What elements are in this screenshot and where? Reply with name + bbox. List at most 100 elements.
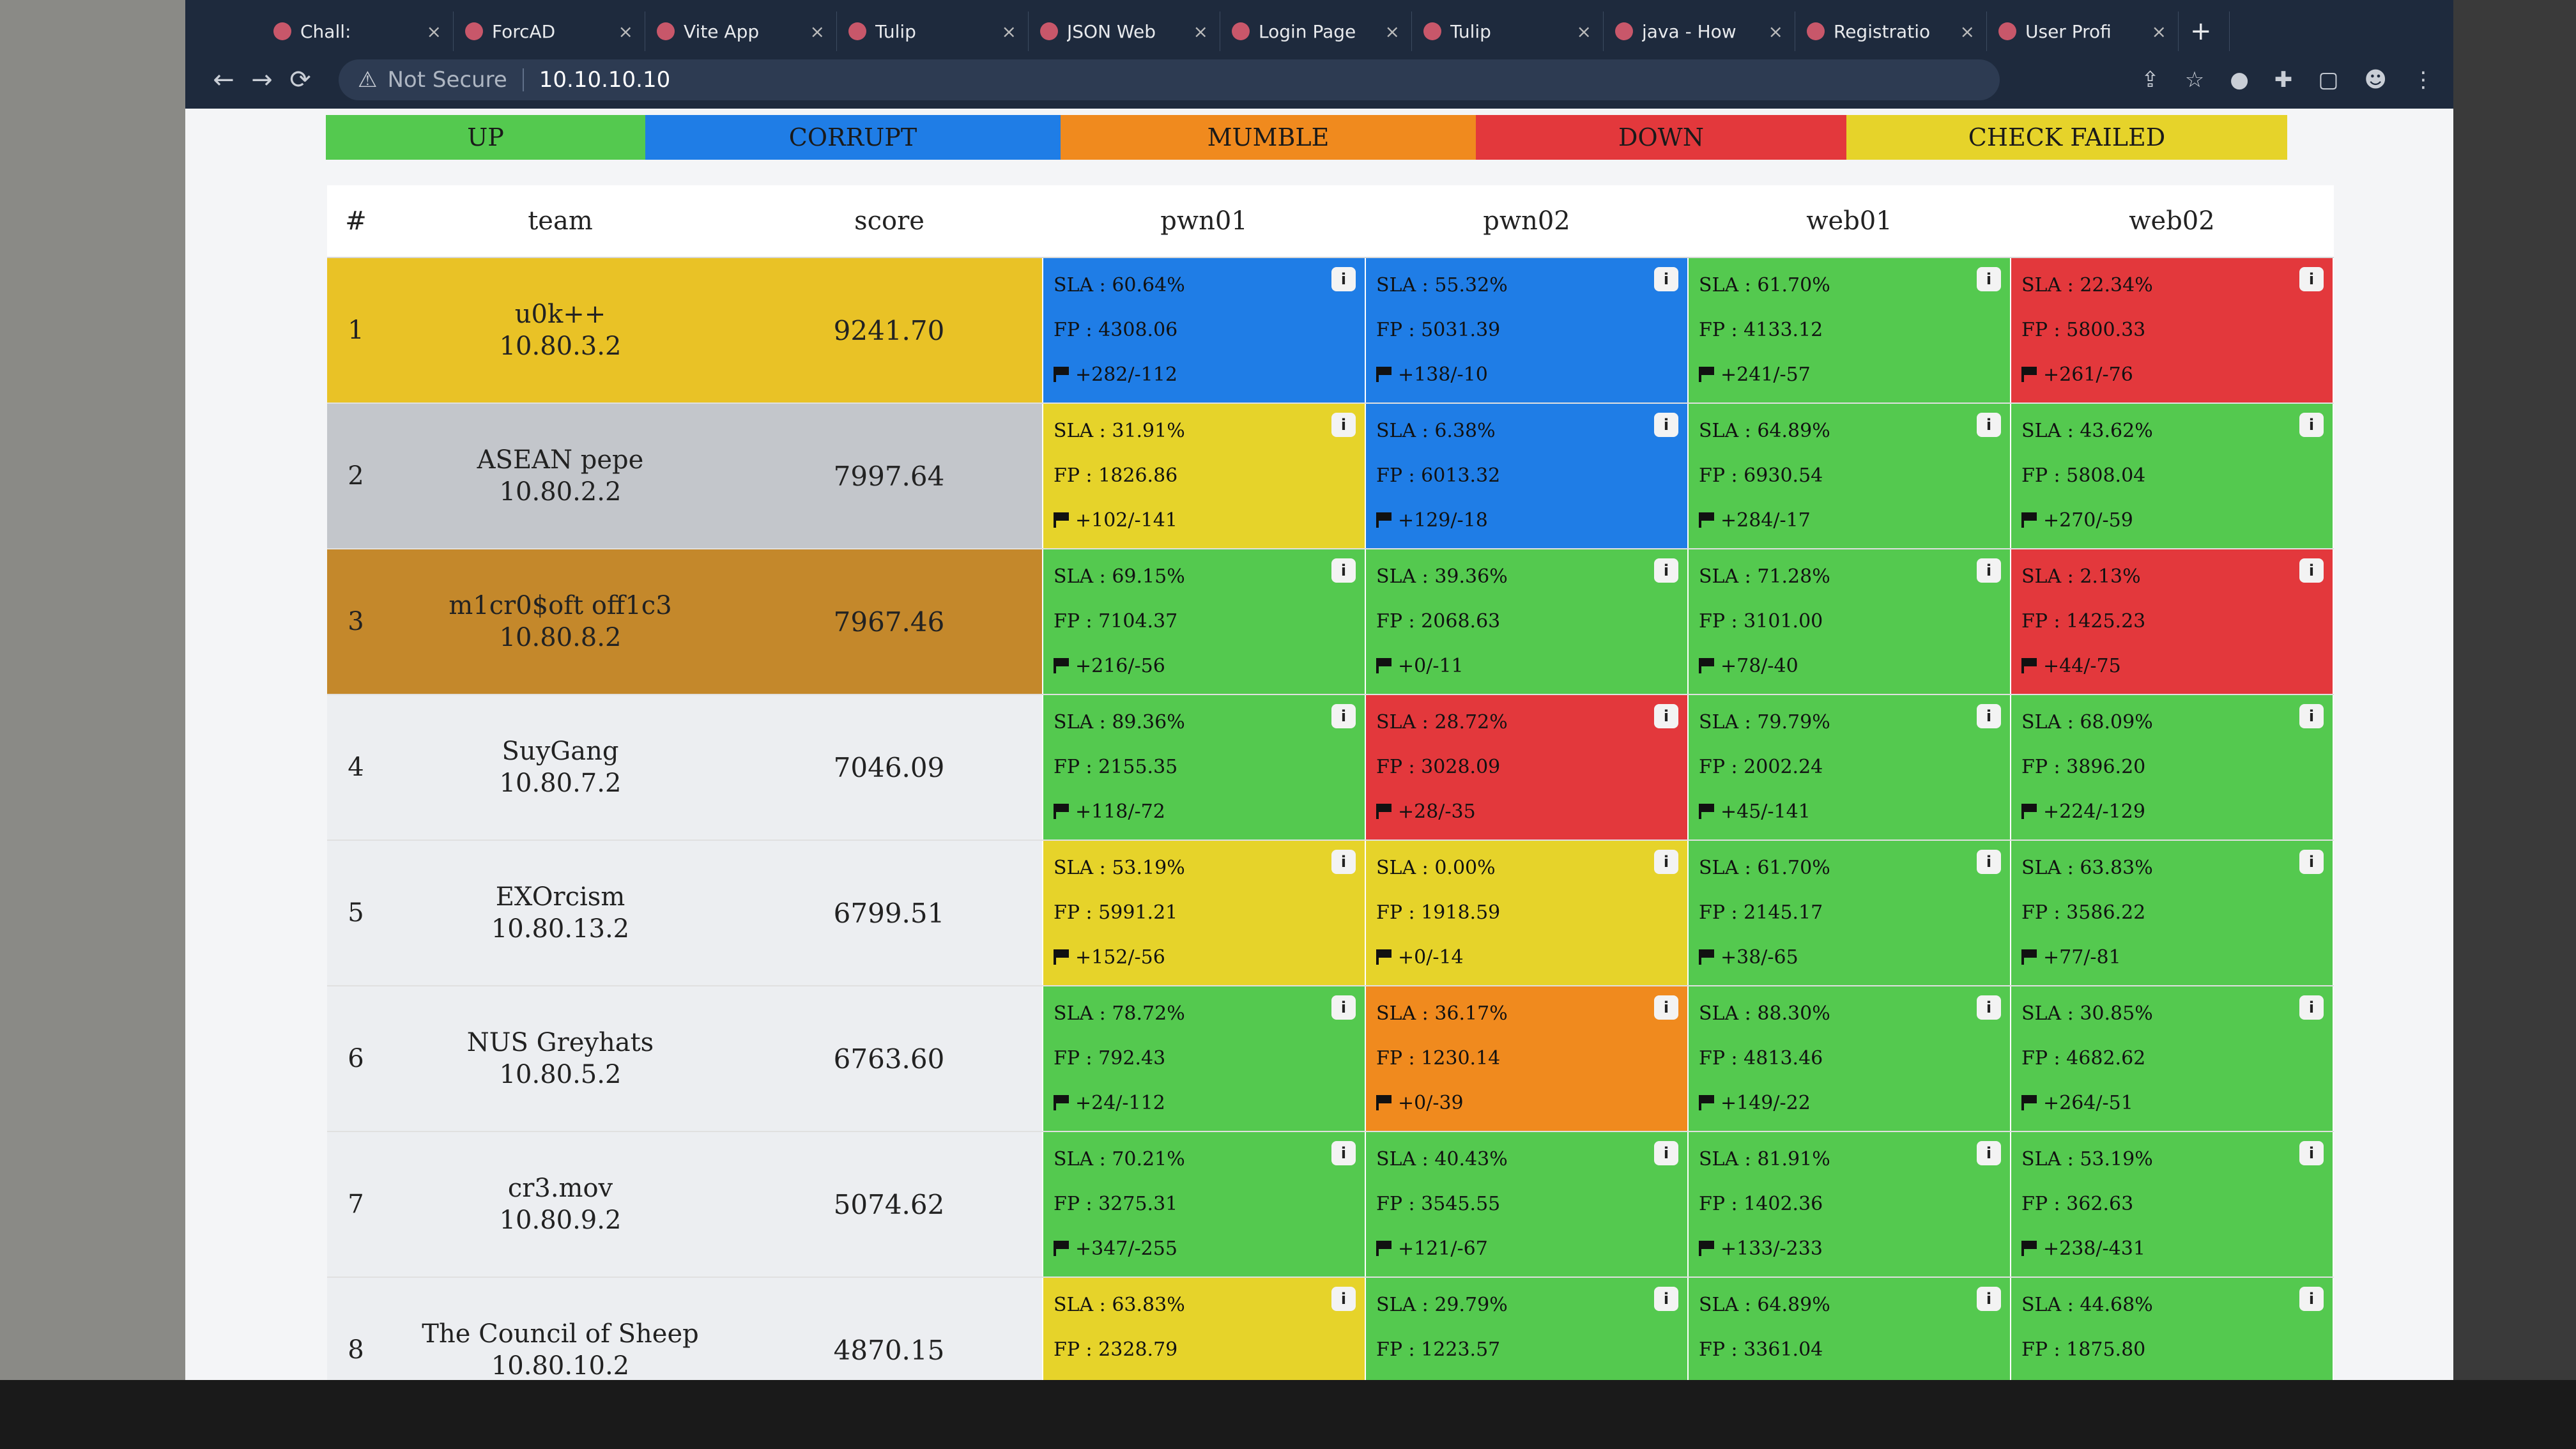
info-icon[interactable]: i: [1331, 850, 1356, 874]
info-icon[interactable]: i: [2299, 850, 2324, 874]
url-text[interactable]: 10.10.10.10: [539, 67, 670, 93]
tab-close-icon[interactable]: ×: [1768, 21, 1783, 42]
team-ip: 10.80.10.2: [491, 1351, 630, 1380]
bookmark-star-icon[interactable]: ☆: [2185, 67, 2204, 93]
score-cell: 5074.62: [736, 1131, 1043, 1278]
tab-close-icon[interactable]: ×: [1002, 21, 1016, 42]
column-header-score[interactable]: score: [736, 185, 1043, 258]
info-icon[interactable]: i: [1977, 1287, 2001, 1311]
column-header-pwn02[interactable]: pwn02: [1365, 185, 1688, 258]
info-icon[interactable]: i: [1654, 704, 1678, 728]
browser-tab[interactable]: Tulip ×: [837, 12, 1029, 51]
column-header-web01[interactable]: web01: [1688, 185, 2011, 258]
rank-cell: 1: [327, 257, 385, 404]
new-tab-button[interactable]: +: [2179, 12, 2230, 51]
browser-tab[interactable]: Registratio ×: [1795, 12, 1987, 51]
laptop-bezel: [0, 1380, 2576, 1449]
column-header-pwn01[interactable]: pwn01: [1043, 185, 1365, 258]
url-input[interactable]: ⚠ Not Secure 10.10.10.10: [339, 59, 2000, 100]
tab-close-icon[interactable]: ×: [1193, 21, 1208, 42]
fp-value: FP : 3896.20: [2021, 756, 2146, 778]
info-icon[interactable]: i: [2299, 267, 2324, 291]
tab-close-icon[interactable]: ×: [1577, 21, 1591, 42]
forward-icon[interactable]: →: [243, 65, 281, 95]
browser-tab[interactable]: User Profi ×: [1987, 12, 2179, 51]
info-icon[interactable]: i: [2299, 413, 2324, 437]
puzzle-extensions-icon[interactable]: ✚: [2274, 67, 2293, 93]
flags-text: +0/-11: [1398, 655, 1464, 677]
info-icon[interactable]: i: [2299, 704, 2324, 728]
column-header-web02[interactable]: web02: [2011, 185, 2333, 258]
info-icon[interactable]: i: [2299, 1287, 2324, 1311]
not-secure-label[interactable]: Not Secure: [387, 67, 507, 93]
flags-value: +0/-39: [1366, 1081, 1687, 1126]
fp-value: FP : 1402.36: [1699, 1193, 1823, 1215]
extension-icon[interactable]: ●: [2230, 67, 2249, 93]
service-cell: SLA : 64.89% FP : 6930.54 +284/-17 i: [1687, 402, 2011, 549]
info-icon[interactable]: i: [1977, 704, 2001, 728]
flags-text: +44/-75: [2043, 655, 2121, 677]
tab-close-icon[interactable]: ×: [618, 21, 633, 42]
flags-text: +77/-81: [2043, 946, 2121, 969]
tab-close-icon[interactable]: ×: [427, 21, 441, 42]
desk-background-right: [2453, 0, 2576, 1449]
back-icon[interactable]: ←: [204, 65, 243, 95]
service-cell: SLA : 64.89% FP : 3361.04 i: [1687, 1276, 2011, 1380]
info-icon[interactable]: i: [1977, 850, 2001, 874]
table-row: 6 NUS Greyhats 10.80.5.2 6763.60 SLA : 78.72…: [327, 985, 2334, 1132]
info-icon[interactable]: i: [1654, 850, 1678, 874]
service-cell: SLA : 61.70% FP : 4133.12 +241/-57 i: [1687, 257, 2011, 404]
score-cell: 9241.70: [736, 257, 1043, 404]
tab-close-icon[interactable]: ×: [810, 21, 825, 42]
info-icon[interactable]: i: [1977, 1141, 2001, 1165]
tab-favicon-icon: [1232, 22, 1250, 40]
browser-tab[interactable]: Login Page ×: [1220, 12, 1412, 51]
browser-tab[interactable]: Chall: ×: [262, 12, 454, 51]
flags-value: +77/-81: [2011, 935, 2333, 980]
column-header-rank[interactable]: #: [327, 185, 385, 258]
flags-value: +78/-40: [1689, 644, 2010, 689]
info-icon[interactable]: i: [1654, 1141, 1678, 1165]
info-icon[interactable]: i: [2299, 1141, 2324, 1165]
info-icon[interactable]: i: [1331, 267, 1356, 291]
browser-tab[interactable]: java - How ×: [1604, 12, 1795, 51]
share-icon[interactable]: ⇪: [2141, 67, 2159, 93]
column-header-team[interactable]: team: [385, 185, 736, 258]
info-icon[interactable]: i: [1654, 558, 1678, 583]
info-icon[interactable]: i: [1331, 413, 1356, 437]
browser-tab[interactable]: JSON Web ×: [1029, 12, 1220, 51]
browser-tab[interactable]: ForcAD ×: [454, 12, 645, 51]
fp-value: FP : 4308.06: [1054, 319, 1178, 341]
sidebar-icon[interactable]: ▢: [2318, 67, 2338, 93]
tab-close-icon[interactable]: ×: [1385, 21, 1400, 42]
info-icon[interactable]: i: [1977, 995, 2001, 1020]
fp-value: FP : 4682.62: [2021, 1047, 2146, 1070]
info-icon[interactable]: i: [1654, 267, 1678, 291]
info-icon[interactable]: i: [1331, 558, 1356, 583]
flag-icon: [1376, 1241, 1393, 1256]
info-icon[interactable]: i: [2299, 558, 2324, 583]
browser-tab[interactable]: Tulip ×: [1412, 12, 1604, 51]
tab-favicon-icon: [1615, 22, 1633, 40]
status-legend: UP CORRUPT MUMBLE DOWN CHECK FAILED: [326, 115, 2287, 160]
info-icon[interactable]: i: [1977, 558, 2001, 583]
profile-icon[interactable]: ☻: [2365, 67, 2387, 93]
info-icon[interactable]: i: [1331, 704, 1356, 728]
menu-icon[interactable]: ⋮: [2412, 67, 2434, 93]
info-icon[interactable]: i: [1654, 995, 1678, 1020]
info-icon[interactable]: i: [1977, 267, 2001, 291]
info-icon[interactable]: i: [1977, 413, 2001, 437]
info-icon[interactable]: i: [1654, 1287, 1678, 1311]
info-icon[interactable]: i: [1654, 413, 1678, 437]
browser-tab[interactable]: Vite App ×: [645, 12, 837, 51]
flag-icon: [1054, 658, 1070, 673]
team-name: NUS Greyhats: [466, 1028, 654, 1057]
info-icon[interactable]: i: [2299, 995, 2324, 1020]
info-icon[interactable]: i: [1331, 1287, 1356, 1311]
reload-icon[interactable]: ⟳: [281, 65, 319, 95]
tab-close-icon[interactable]: ×: [1960, 21, 1975, 42]
info-icon[interactable]: i: [1331, 995, 1356, 1020]
score-cell: 4870.15: [736, 1277, 1043, 1380]
info-icon[interactable]: i: [1331, 1141, 1356, 1165]
tab-close-icon[interactable]: ×: [2152, 21, 2166, 42]
